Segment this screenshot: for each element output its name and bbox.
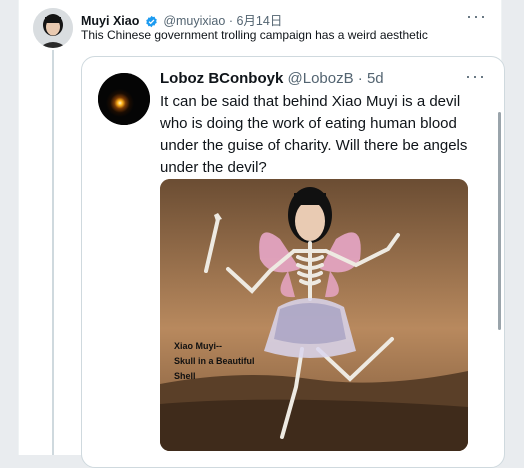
author-name[interactable]: Muyi Xiao	[81, 14, 139, 28]
quoted-author-avatar[interactable]	[98, 73, 150, 125]
more-options-icon[interactable]: ···	[465, 66, 486, 87]
media-caption: Xiao Muyi-- Skull in a Beautiful Shell	[174, 339, 294, 384]
tweet-header: Muyi Xiao @muyixiao · 6月14日	[81, 10, 282, 28]
tweet-card[interactable]: Muyi Xiao @muyixiao · 6月14日 ··· This Chi…	[18, 0, 505, 468]
author-avatar[interactable]	[33, 8, 73, 48]
caption-line: Xiao Muyi--	[174, 341, 223, 351]
quoted-text: It can be said that behind Xiao Muyi is …	[160, 93, 468, 176]
quoted-tweet[interactable]: Loboz BConboyk @LobozB · 5d ··· It can b…	[81, 56, 505, 468]
quoted-author-handle[interactable]: @LobozB	[288, 70, 354, 87]
skeleton-fairy-illustration	[160, 179, 468, 451]
tweet-date[interactable]: 6月14日	[236, 14, 282, 28]
more-options-icon[interactable]: ···	[466, 6, 487, 27]
sun-glow-avatar	[98, 73, 150, 125]
thread-line	[52, 50, 54, 455]
avatar-photo	[33, 8, 73, 48]
quoted-age[interactable]: 5d	[367, 70, 384, 87]
quoted-media-image[interactable]: Xiao Muyi-- Skull in a Beautiful Shell	[160, 179, 468, 451]
author-handle[interactable]: @muyixiao	[163, 14, 225, 28]
tweet-text: This Chinese government trolling campaig…	[81, 28, 428, 42]
quoted-header: Loboz BConboyk @LobozB · 5d	[160, 70, 384, 87]
separator-dot: ·	[357, 70, 363, 87]
scrollbar-thumb[interactable]	[498, 112, 501, 330]
caption-line: Skull in a Beautiful	[174, 356, 255, 366]
quoted-author-name[interactable]: Loboz BConboyk	[160, 70, 283, 87]
separator-dot: ·	[228, 14, 233, 28]
caption-line: Shell	[174, 371, 196, 381]
